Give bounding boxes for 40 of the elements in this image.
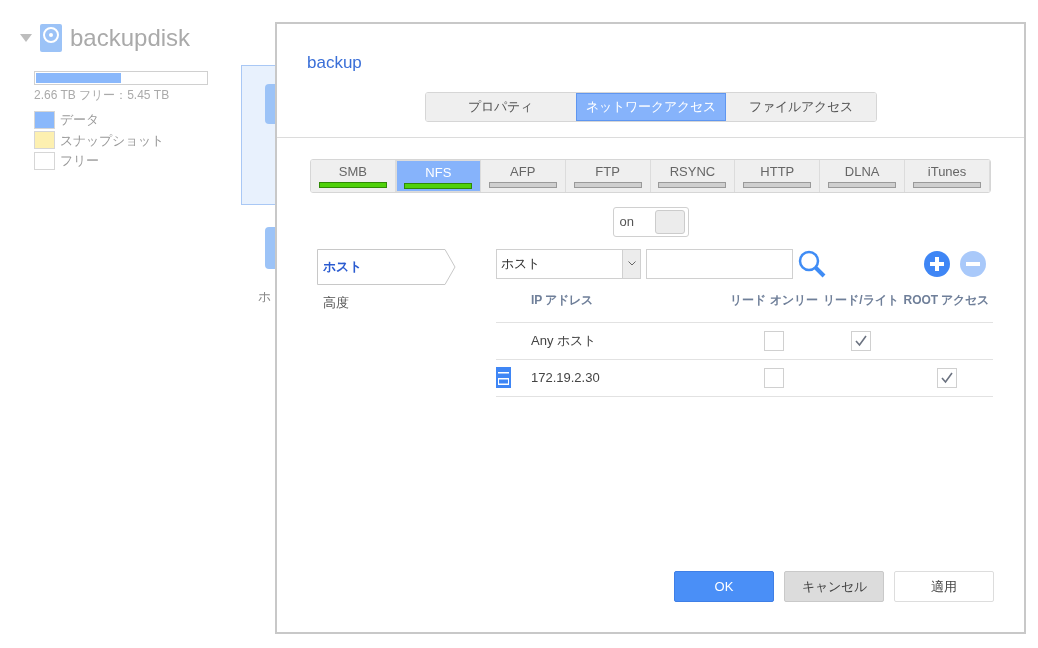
host-select[interactable]: ホスト bbox=[496, 248, 641, 279]
legend-label: フリー bbox=[60, 152, 99, 170]
service-tab[interactable]: SMB bbox=[311, 159, 396, 192]
checkbox[interactable] bbox=[851, 330, 871, 351]
tab[interactable]: ファイルアクセス bbox=[725, 92, 876, 121]
dialog-title: backup bbox=[307, 52, 363, 74]
server-icon bbox=[496, 367, 511, 388]
checkbox[interactable] bbox=[936, 367, 957, 388]
nav-item[interactable]: ホスト bbox=[317, 248, 456, 285]
legend-label: スナップショット bbox=[60, 131, 164, 150]
toggle-switch[interactable]: on bbox=[612, 206, 689, 237]
search-field[interactable] bbox=[646, 248, 793, 279]
host-address: 172.19.2.30 bbox=[531, 368, 601, 387]
checkbox[interactable] bbox=[764, 330, 784, 351]
folder-label: ホ bbox=[258, 288, 271, 306]
column-header: IP アドレス bbox=[531, 292, 595, 309]
column-header: ROOT アクセス bbox=[902, 292, 991, 309]
legend-label: データ bbox=[60, 111, 99, 129]
dialog-button[interactable]: 適用 bbox=[894, 571, 994, 602]
column-header: リード オンリー bbox=[729, 292, 819, 309]
service-tab[interactable]: RSYNC bbox=[650, 159, 736, 192]
service-tab[interactable]: iTunes bbox=[905, 159, 990, 192]
disk-name: backupdisk bbox=[70, 23, 191, 53]
add-icon[interactable] bbox=[923, 249, 951, 278]
chevron-down-icon bbox=[627, 261, 636, 266]
checkbox[interactable] bbox=[764, 367, 784, 388]
usage-text: 2.66 TB フリー：5.45 TB bbox=[34, 87, 171, 104]
search-icon[interactable] bbox=[797, 248, 827, 279]
nav-item[interactable]: 高度 bbox=[317, 284, 456, 321]
dialog-button[interactable]: キャンセル bbox=[784, 571, 884, 602]
tab[interactable]: プロパティ bbox=[425, 92, 576, 121]
service-tab[interactable]: FTP bbox=[565, 159, 651, 192]
remove-icon[interactable] bbox=[959, 249, 987, 278]
dialog-button[interactable]: OK bbox=[674, 571, 774, 602]
host-address: Any ホスト bbox=[531, 331, 597, 350]
service-tab[interactable]: AFP bbox=[480, 159, 566, 192]
service-tab[interactable]: HTTP bbox=[735, 159, 821, 192]
collapse-triangle-icon[interactable] bbox=[20, 34, 32, 42]
service-tab[interactable]: DLNA bbox=[820, 159, 906, 192]
column-header: リード/ライト bbox=[822, 292, 900, 309]
